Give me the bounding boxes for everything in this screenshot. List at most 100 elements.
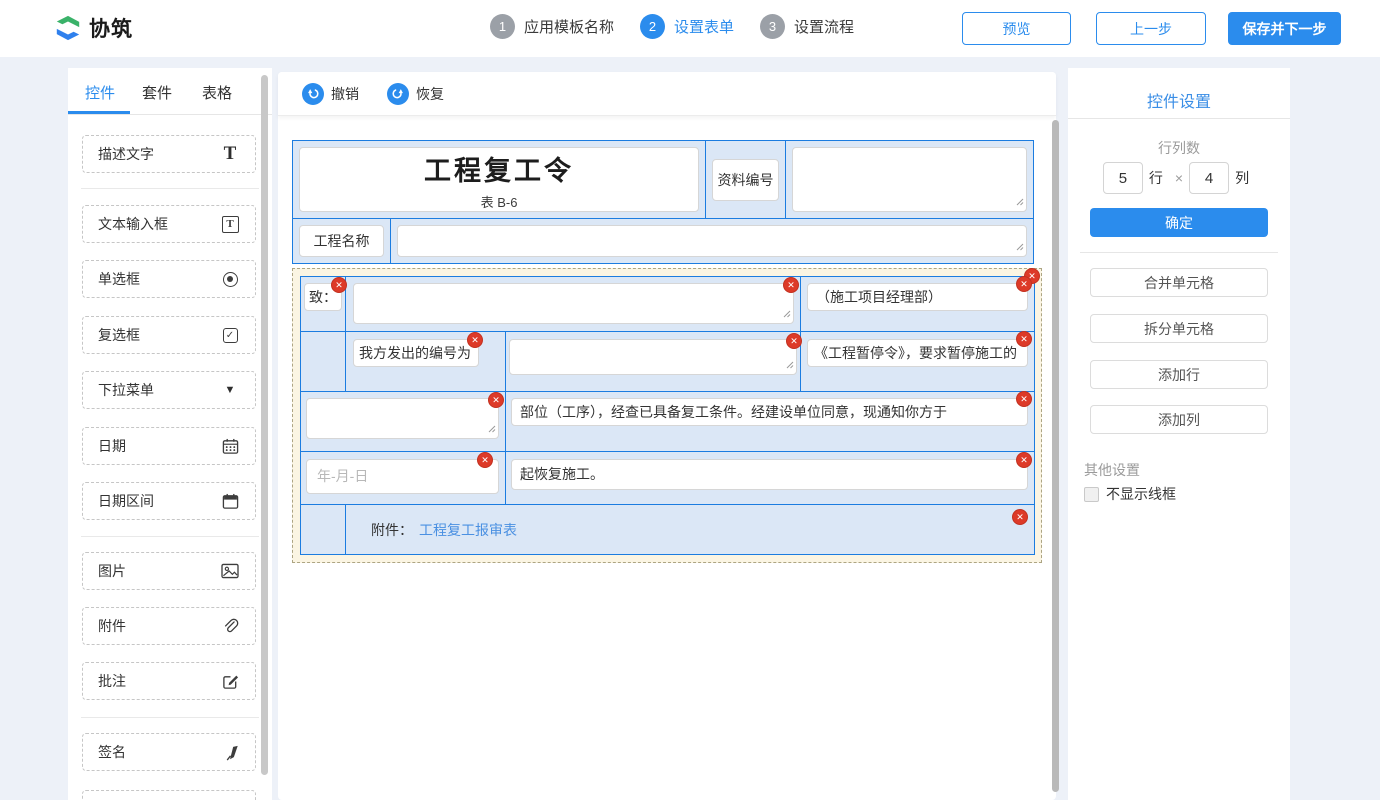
- dept-text-box[interactable]: （施工项目经理部）: [807, 283, 1028, 311]
- sidebar-item-label: 附件: [98, 616, 126, 636]
- delete-element-icon[interactable]: ✕: [488, 392, 504, 408]
- sidebar-item-label: 描述文字: [98, 144, 154, 164]
- to-textarea[interactable]: ✕: [353, 283, 794, 324]
- doc-no-textarea[interactable]: [792, 147, 1027, 212]
- sidebar-item-date[interactable]: 日期: [82, 427, 256, 465]
- sidebar-item-dropdown[interactable]: 下拉菜单 ▼: [82, 371, 256, 409]
- doc-no-input-cell: [786, 141, 1033, 218]
- project-name-label-box[interactable]: 工程名称: [299, 225, 384, 257]
- resize-handle-icon[interactable]: [1016, 238, 1024, 254]
- save-next-button[interactable]: 保存并下一步: [1228, 12, 1341, 45]
- resize-handle-icon[interactable]: [488, 420, 496, 436]
- date-cell: 年-月-日 ✕: [301, 452, 506, 504]
- undo-label: 撤销: [331, 84, 359, 104]
- sidebar-item-annotation[interactable]: 批注: [82, 662, 256, 700]
- delete-element-icon[interactable]: ✕: [1012, 509, 1028, 525]
- top-bar: 协筑 1 应用模板名称 2 设置表单 3 设置流程 预览 上一步 保存并下一步: [0, 0, 1380, 57]
- delete-element-icon[interactable]: ✕: [331, 277, 347, 293]
- delete-element-icon[interactable]: ✕: [467, 332, 483, 348]
- resize-handle-icon[interactable]: [783, 305, 791, 321]
- issued-no-label-box[interactable]: 我方发出的编号为: [353, 339, 479, 367]
- step-label: 应用模板名称: [524, 16, 614, 37]
- part-textarea[interactable]: ✕: [306, 398, 499, 439]
- resume-date-input[interactable]: 年-月-日: [306, 459, 499, 494]
- attachment-link[interactable]: 工程复工报审表: [419, 520, 517, 540]
- app-root: 协筑 1 应用模板名称 2 设置表单 3 设置流程 预览 上一步 保存并下一步 …: [0, 0, 1380, 800]
- sidebar-item-signature[interactable]: 签名: [82, 733, 256, 771]
- delete-element-icon[interactable]: ✕: [1016, 391, 1032, 407]
- date-range-icon: [220, 493, 240, 510]
- sidebar-scrollbar[interactable]: [261, 75, 268, 775]
- canvas-toolbar: 撤销 恢复: [278, 72, 1056, 116]
- sidebar-item-label: 复选框: [98, 325, 140, 345]
- step-set-flow[interactable]: 3 设置流程: [760, 14, 854, 39]
- sidebar-divider: [81, 188, 259, 189]
- wizard-steps: 1 应用模板名称 2 设置表单 3 设置流程: [490, 14, 880, 39]
- delete-element-icon[interactable]: ✕: [1016, 276, 1032, 292]
- sidebar-item-partial[interactable]: [82, 790, 256, 800]
- text-input-icon: T: [220, 216, 240, 233]
- tab-widgets[interactable]: 控件: [85, 82, 115, 103]
- split-cells-button[interactable]: 拆分单元格: [1090, 314, 1268, 343]
- to-label-box[interactable]: 致： ✕: [304, 283, 342, 311]
- delete-element-icon[interactable]: ✕: [477, 452, 493, 468]
- delete-element-icon[interactable]: ✕: [1016, 331, 1032, 347]
- text-icon: T: [220, 143, 240, 165]
- sidebar-item-image[interactable]: 图片: [82, 552, 256, 590]
- sidebar-item-checkbox[interactable]: 复选框 ✓: [82, 316, 256, 354]
- tab-kits[interactable]: 套件: [142, 82, 172, 103]
- panel-title: 控件设置: [1068, 68, 1290, 112]
- sidebar-item-description-text[interactable]: 描述文字 T: [82, 135, 256, 173]
- redo-button[interactable]: 恢复: [387, 83, 444, 105]
- sidebar-item-attachment[interactable]: 附件: [82, 607, 256, 645]
- selected-table-region[interactable]: ✕ 致： ✕ ✕: [292, 268, 1042, 563]
- step-label: 设置流程: [794, 16, 854, 37]
- condition-text-box[interactable]: 部位（工序），经查已具备复工条件。经建设单位同意，现通知你方于: [511, 398, 1028, 426]
- dept-cell: （施工项目经理部） ✕: [801, 277, 1034, 331]
- form-subtitle: 表 B-6: [481, 192, 518, 211]
- doc-no-cell: 资料编号: [706, 141, 786, 218]
- project-name-textarea[interactable]: [397, 225, 1027, 257]
- add-col-button[interactable]: 添加列: [1090, 405, 1268, 434]
- cols-unit: 列: [1235, 168, 1249, 188]
- condition-cell: 部位（工序），经查已具备复工条件。经建设单位同意，现通知你方于 ✕: [506, 392, 1034, 451]
- sidebar-item-label: 文本输入框: [98, 214, 168, 234]
- resume-text-cell: 起恢复施工。 ✕: [506, 452, 1034, 504]
- sidebar-item-radio[interactable]: 单选框: [82, 260, 256, 298]
- rows-input[interactable]: [1103, 162, 1143, 194]
- preview-button[interactable]: 预览: [962, 12, 1071, 45]
- resize-handle-icon[interactable]: [786, 356, 794, 372]
- step-set-form[interactable]: 2 设置表单: [640, 14, 734, 39]
- delete-element-icon[interactable]: ✕: [1016, 452, 1032, 468]
- form-title-box[interactable]: 工程复工令 表 B-6: [299, 147, 699, 212]
- delete-element-icon[interactable]: ✕: [783, 277, 799, 293]
- cols-input[interactable]: [1189, 162, 1229, 194]
- to-input-cell: ✕: [346, 277, 801, 331]
- delete-element-icon[interactable]: ✕: [786, 333, 802, 349]
- attachment-icon: [220, 618, 240, 635]
- issued-no-textarea[interactable]: ✕: [509, 339, 797, 375]
- step-template-name[interactable]: 1 应用模板名称: [490, 14, 614, 39]
- hide-border-checkbox[interactable]: [1084, 487, 1099, 502]
- suspend-order-text-box[interactable]: 《工程暂停令》，要求暂停施工的: [807, 339, 1028, 367]
- sidebar-item-date-range[interactable]: 日期区间: [82, 482, 256, 520]
- tab-tables[interactable]: 表格: [202, 82, 232, 103]
- hide-border-option[interactable]: 不显示线框: [1084, 484, 1176, 504]
- attachment-cell: 附件： 工程复工报审表 ✕: [346, 505, 1034, 554]
- redo-label: 恢复: [416, 84, 444, 104]
- add-row-button[interactable]: 添加行: [1090, 360, 1268, 389]
- canvas-scrollbar[interactable]: [1052, 120, 1059, 792]
- prev-step-button[interactable]: 上一步: [1096, 12, 1206, 45]
- merge-cells-button[interactable]: 合并单元格: [1090, 268, 1268, 297]
- undo-button[interactable]: 撤销: [302, 83, 359, 105]
- sidebar-item-label: 批注: [98, 671, 126, 691]
- resize-handle-icon[interactable]: [1016, 193, 1024, 209]
- signature-icon: [220, 744, 240, 761]
- sidebar-item-text-input[interactable]: 文本输入框 T: [82, 205, 256, 243]
- resume-text-box[interactable]: 起恢复施工。: [511, 459, 1028, 490]
- confirm-button[interactable]: 确定: [1090, 208, 1268, 237]
- sidebar-item-label: 日期区间: [98, 491, 154, 511]
- form-body-table: 致： ✕ ✕ （施工项目经理部） ✕: [300, 276, 1035, 555]
- doc-no-label-box[interactable]: 资料编号: [712, 159, 779, 201]
- sidebar-item-label: 日期: [98, 436, 126, 456]
